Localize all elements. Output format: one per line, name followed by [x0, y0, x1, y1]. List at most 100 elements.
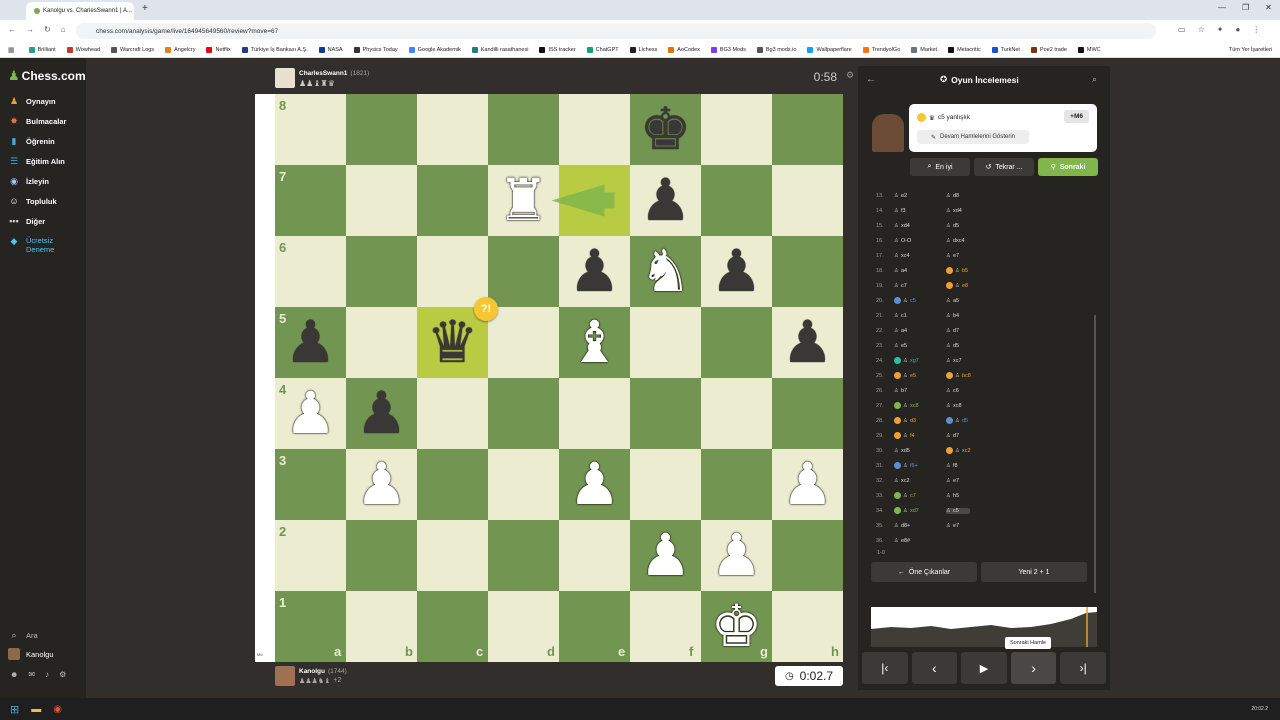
piece-e5[interactable]: ♝	[559, 307, 630, 378]
nav-item-3[interactable]: ☰ Eğitim Alın	[8, 152, 65, 170]
bookmark-item[interactable]: Kandilli rasathanesi	[471, 46, 528, 53]
chess-board[interactable]: 8 7 6 5 4 3 2 1 a b c d e f g h ♚ ♜ ♟ ♟ ♞ ♟ ♟ ♛ ♝ ♟ ♟ ♟ ♟ ♟ ♟ ♟ ♟ ♚?!	[275, 94, 843, 662]
square-h8[interactable]	[772, 94, 843, 165]
profile-avatar[interactable]: ●	[1235, 25, 1240, 34]
square-e2[interactable]	[559, 520, 630, 591]
window-close-icon[interactable]: ✕	[1265, 3, 1272, 12]
piece-e6[interactable]: ♟	[559, 236, 630, 307]
square-g7[interactable]	[701, 165, 772, 236]
black-move[interactable]: ♙ e7	[946, 253, 1006, 259]
board-settings-icon[interactable]: ⚙	[846, 70, 854, 81]
nav-item-5[interactable]: ☺ Topluluk	[8, 192, 56, 210]
white-move[interactable]: ♙ d8+	[894, 523, 946, 529]
square-d2[interactable]	[488, 520, 559, 591]
piece-d7[interactable]: ♜	[488, 165, 559, 236]
move-list-scrollbar[interactable]	[1094, 315, 1096, 593]
forward-icon[interactable]: →	[26, 25, 34, 34]
square-c2[interactable]	[417, 520, 488, 591]
search-icon[interactable]: ⌕	[1092, 74, 1097, 85]
square-f4[interactable]	[630, 378, 701, 449]
bookmark-item[interactable]: MWC	[1077, 46, 1101, 53]
bookmark-item[interactable]: Brilliant	[28, 46, 56, 53]
bookmark-item[interactable]: Google Akademik	[408, 46, 461, 53]
piece-h5[interactable]: ♟	[772, 307, 843, 378]
nav-item-0[interactable]: ♟ Oynayın	[8, 92, 56, 110]
square-e8[interactable]	[559, 94, 630, 165]
white-move[interactable]: ♙ a4	[894, 328, 946, 334]
bookmark-item[interactable]: BG3 Mods	[710, 46, 746, 53]
settings-icon[interactable]: ⚙	[59, 670, 66, 679]
bookmark-item[interactable]: Warcraft Logs	[111, 46, 154, 53]
bookmark-item[interactable]: Netflix	[206, 46, 231, 53]
square-h6[interactable]	[772, 236, 843, 307]
square-b7[interactable]	[346, 165, 417, 236]
black-move[interactable]: ♙ a5	[946, 298, 1006, 304]
evaluation-graph[interactable]	[871, 607, 1097, 647]
bookmark-item[interactable]: Metacritic	[948, 46, 981, 53]
bookmark-item[interactable]: ISS tracker	[539, 46, 576, 53]
square-h2[interactable]	[772, 520, 843, 591]
piece-f7[interactable]: ♟	[630, 165, 701, 236]
piece-b4[interactable]: ♟	[346, 378, 417, 449]
square-f3[interactable]	[630, 449, 701, 520]
square-b2[interactable]	[346, 520, 417, 591]
white-move[interactable]: ♙ xc2	[894, 478, 946, 484]
piece-f2[interactable]: ♟	[630, 520, 701, 591]
extensions-icon[interactable]: ✦	[1217, 25, 1224, 34]
square-h4[interactable]	[772, 378, 843, 449]
square-c7[interactable]	[417, 165, 488, 236]
highlights-button[interactable]: ← Öne Çıkanlar	[871, 562, 977, 582]
black-move[interactable]: ♙ d5	[946, 223, 1006, 229]
minimize-icon[interactable]: —	[1218, 3, 1226, 12]
black-move[interactable]: ♙ d7	[946, 433, 1006, 439]
previous-move-button[interactable]: ‹	[911, 652, 958, 684]
nav-item-2[interactable]: ▮ Öğrenin	[8, 132, 55, 150]
player-name[interactable]: Kanolgu	[299, 668, 325, 675]
maximize-icon[interactable]: ❐	[1242, 3, 1249, 12]
bookmark-item[interactable]: Bg3 mods.io	[756, 46, 796, 53]
square-e7[interactable]	[559, 165, 630, 236]
bookmark-item[interactable]: Türkiye İş Bankası A.Ş.	[241, 46, 308, 53]
all-bookmarks[interactable]: Tüm Yer İşaretleri	[1229, 47, 1272, 53]
cast-icon[interactable]: ▭	[1178, 25, 1186, 34]
bookmark-item[interactable]: Wallpaperflare	[807, 46, 852, 53]
black-move[interactable]: ♙ d5	[946, 343, 1006, 349]
white-move[interactable]: ♙ xd5	[894, 448, 946, 454]
square-c4[interactable]	[417, 378, 488, 449]
white-move[interactable]: ♙ f6+	[894, 462, 946, 469]
bookmark-item[interactable]: NASA	[318, 46, 343, 53]
piece-g2[interactable]: ♟	[701, 520, 772, 591]
square-b5[interactable]	[346, 307, 417, 378]
bookmark-item[interactable]: ChatGPT	[586, 46, 619, 53]
piece-g1[interactable]: ♚	[701, 591, 772, 662]
bookmark-item[interactable]: Lichess	[629, 46, 657, 53]
white-move[interactable]: ♙ e5	[894, 372, 946, 379]
white-move[interactable]: ♙ f3	[894, 208, 946, 214]
next-move-button[interactable]: ›	[1010, 652, 1057, 684]
black-move[interactable]: ♙ bc8	[946, 372, 1006, 379]
piece-g6[interactable]: ♟	[701, 236, 772, 307]
best-move-button[interactable]: ⌕ En iyi	[910, 158, 970, 176]
black-move[interactable]: ♙ c6	[946, 388, 1006, 394]
back-arrow-icon[interactable]: ←	[866, 74, 876, 85]
chrome-icon[interactable]: ◉	[53, 704, 62, 715]
piece-a5[interactable]: ♟	[275, 307, 346, 378]
nav-free-trial[interactable]: ◆ Ücretsiz Deneme	[8, 236, 66, 262]
black-move[interactable]: ♙ dxc4	[946, 238, 1006, 244]
square-g8[interactable]	[701, 94, 772, 165]
piece-a4[interactable]: ♟	[275, 378, 346, 449]
chesscom-logo[interactable]: ♟ Chess.com	[8, 68, 86, 84]
home-icon[interactable]: ⌂	[61, 25, 66, 34]
black-move[interactable]: ♙ b5	[946, 267, 1006, 274]
new-tab-icon[interactable]: +	[142, 3, 148, 14]
piece-h3[interactable]: ♟	[772, 449, 843, 520]
square-g3[interactable]	[701, 449, 772, 520]
first-move-button[interactable]: |‹	[862, 652, 908, 684]
nav-profile[interactable]: Kanolgu	[8, 645, 54, 663]
square-d4[interactable]	[488, 378, 559, 449]
nav-item-6[interactable]: ••• Diğer	[8, 212, 45, 230]
bookmark-item[interactable]: Market	[911, 46, 937, 53]
nav-item-1[interactable]: ✸ Bulmacalar	[8, 112, 66, 130]
square-c3[interactable]	[417, 449, 488, 520]
file-explorer-icon[interactable]: ▬	[31, 704, 41, 715]
